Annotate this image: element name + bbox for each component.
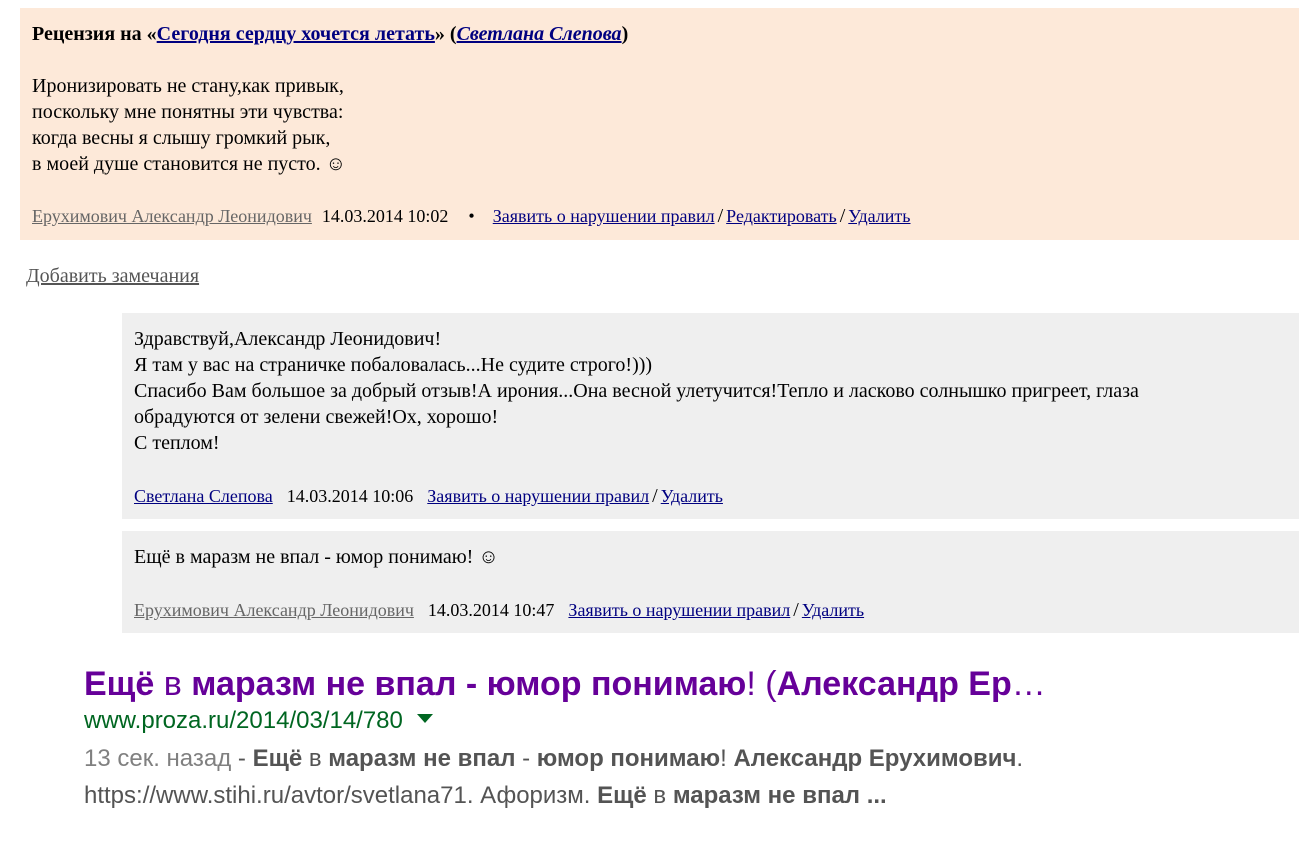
review-block: Рецензия на «Сегодня сердцу хочется лета… <box>20 8 1299 240</box>
title-part: Ещё <box>84 665 155 703</box>
reply-meta: Ерухимович Александр Леонидович 14.03.201… <box>134 598 864 622</box>
snippet-line: 13 сек. назад - Ещё в маразм не впал - ю… <box>84 740 1114 777</box>
search-result: Ещё в маразм не впал - юмор понимаю! (Ал… <box>84 662 1114 814</box>
search-result-snippet: 13 сек. назад - Ещё в маразм не впал - ю… <box>84 740 1114 814</box>
snippet-part: маразм не впал ... <box>672 782 887 809</box>
reply-meta: Светлана Слепова 14.03.2014 10:06 Заявить … <box>134 484 723 508</box>
chevron-down-icon[interactable] <box>416 714 433 724</box>
title-part: ! ( <box>746 665 777 703</box>
review-title: Рецензия на «Сегодня сердцу хочется лета… <box>32 21 1287 47</box>
reply-line: Ещё в маразм не впал - юмор понимаю! ☺ <box>134 546 499 568</box>
reply-block: Здравствуй,Александр Леонидович! Я там у… <box>122 313 1299 519</box>
reply-line: Здравствуй,Александр Леонидович! <box>134 328 442 350</box>
reply-author-link[interactable]: Ерухимович Александр Леонидович <box>134 600 414 620</box>
poem-line: в моей душе становится не пусто. ☺ <box>32 153 347 175</box>
title-part: Александр Ер <box>776 665 1012 703</box>
snippet-part: Александр Ерухимович <box>733 745 1017 772</box>
reply-text: Здравствуй,Александр Леонидович! Я там у… <box>134 326 1287 456</box>
reply-date: 14.03.2014 10:47 <box>427 600 555 620</box>
snippet-part: - <box>231 745 253 772</box>
report-link[interactable]: Заявить о нарушении правил <box>568 600 790 620</box>
delete-link[interactable]: Удалить <box>802 600 864 620</box>
snippet-line: https://www.stihi.ru/avtor/svetlana71. А… <box>84 777 1114 814</box>
review-prefix: Рецензия на « <box>32 23 157 45</box>
snippet-age: 13 сек. назад <box>84 745 232 772</box>
review-author-link[interactable]: Ерухимович Александр Леонидович <box>32 206 312 226</box>
bullet-separator: • <box>468 206 475 226</box>
add-notes-link[interactable]: Добавить замечания <box>26 265 199 288</box>
reply-block: Ещё в маразм не впал - юмор понимаю! ☺ Е… <box>122 531 1299 633</box>
reply-line: С теплом! <box>134 432 220 454</box>
report-link[interactable]: Заявить о нарушении правил <box>493 206 715 226</box>
link-separator: / <box>839 205 846 227</box>
snippet-part: маразм не впал <box>328 745 516 772</box>
delete-link[interactable]: Удалить <box>848 206 910 226</box>
snippet-part: Ещё <box>252 745 303 772</box>
review-suffix: ) <box>621 23 629 45</box>
review-date: 14.03.2014 10:02 <box>321 206 449 226</box>
delete-link[interactable]: Удалить <box>661 486 723 506</box>
poem-line: когда весны я слышу громкий рык, <box>32 127 331 149</box>
title-part: маразм не впал <box>191 665 457 703</box>
link-separator: / <box>793 599 799 621</box>
report-link[interactable]: Заявить о нарушении правил <box>427 486 649 506</box>
review-meta: Ерухимович Александр Леонидович 14.03.201… <box>32 204 911 228</box>
snippet-part: в <box>302 745 329 772</box>
snippet-part: в <box>646 782 673 809</box>
snippet-part: Ещё <box>597 782 647 809</box>
poem-line: поскольку мне понятны эти чувства: <box>32 101 344 123</box>
title-part: … <box>1011 665 1046 703</box>
work-author-link[interactable]: Светлана Слепова <box>457 23 622 45</box>
reply-line: Спасибо Вам большое за добрый отзыв!А ир… <box>134 380 1139 402</box>
url-text: www.proza.ru/2014/03/14/780 <box>84 707 403 734</box>
reply-text: Ещё в маразм не впал - юмор понимаю! ☺ <box>134 544 1287 570</box>
poem-line: Иронизировать не стану,как привык, <box>32 75 344 97</box>
link-separator: / <box>717 205 724 227</box>
review-text: Иронизировать не стану,как привык, поско… <box>32 73 1287 177</box>
review-mid: » ( <box>434 23 457 45</box>
search-result-url: www.proza.ru/2014/03/14/780 <box>84 706 1114 736</box>
link-separator: / <box>652 485 658 507</box>
title-part: юмор понимаю <box>486 665 747 703</box>
title-part: - <box>456 665 487 703</box>
snippet-part: ! <box>720 745 734 772</box>
snippet-part: - <box>515 745 537 772</box>
snippet-part: . <box>1016 745 1024 772</box>
snippet-part: https://www.stihi.ru/avtor/svetlana71. А… <box>84 782 598 809</box>
search-result-title[interactable]: Ещё в маразм не впал - юмор понимаю! (Ал… <box>84 662 1114 706</box>
edit-link[interactable]: Редактировать <box>726 206 837 226</box>
reply-author-link[interactable]: Светлана Слепова <box>134 486 273 506</box>
reply-date: 14.03.2014 10:06 <box>286 486 414 506</box>
reply-line: обрадуются от зелени свежей!Ох, хорошо! <box>134 406 499 428</box>
title-part: в <box>154 665 192 703</box>
snippet-part: юмор понимаю <box>536 745 721 772</box>
work-title-link[interactable]: Сегодня сердцу хочется летать <box>157 23 435 45</box>
reply-line: Я там у вас на страничке побаловалась...… <box>134 354 653 376</box>
